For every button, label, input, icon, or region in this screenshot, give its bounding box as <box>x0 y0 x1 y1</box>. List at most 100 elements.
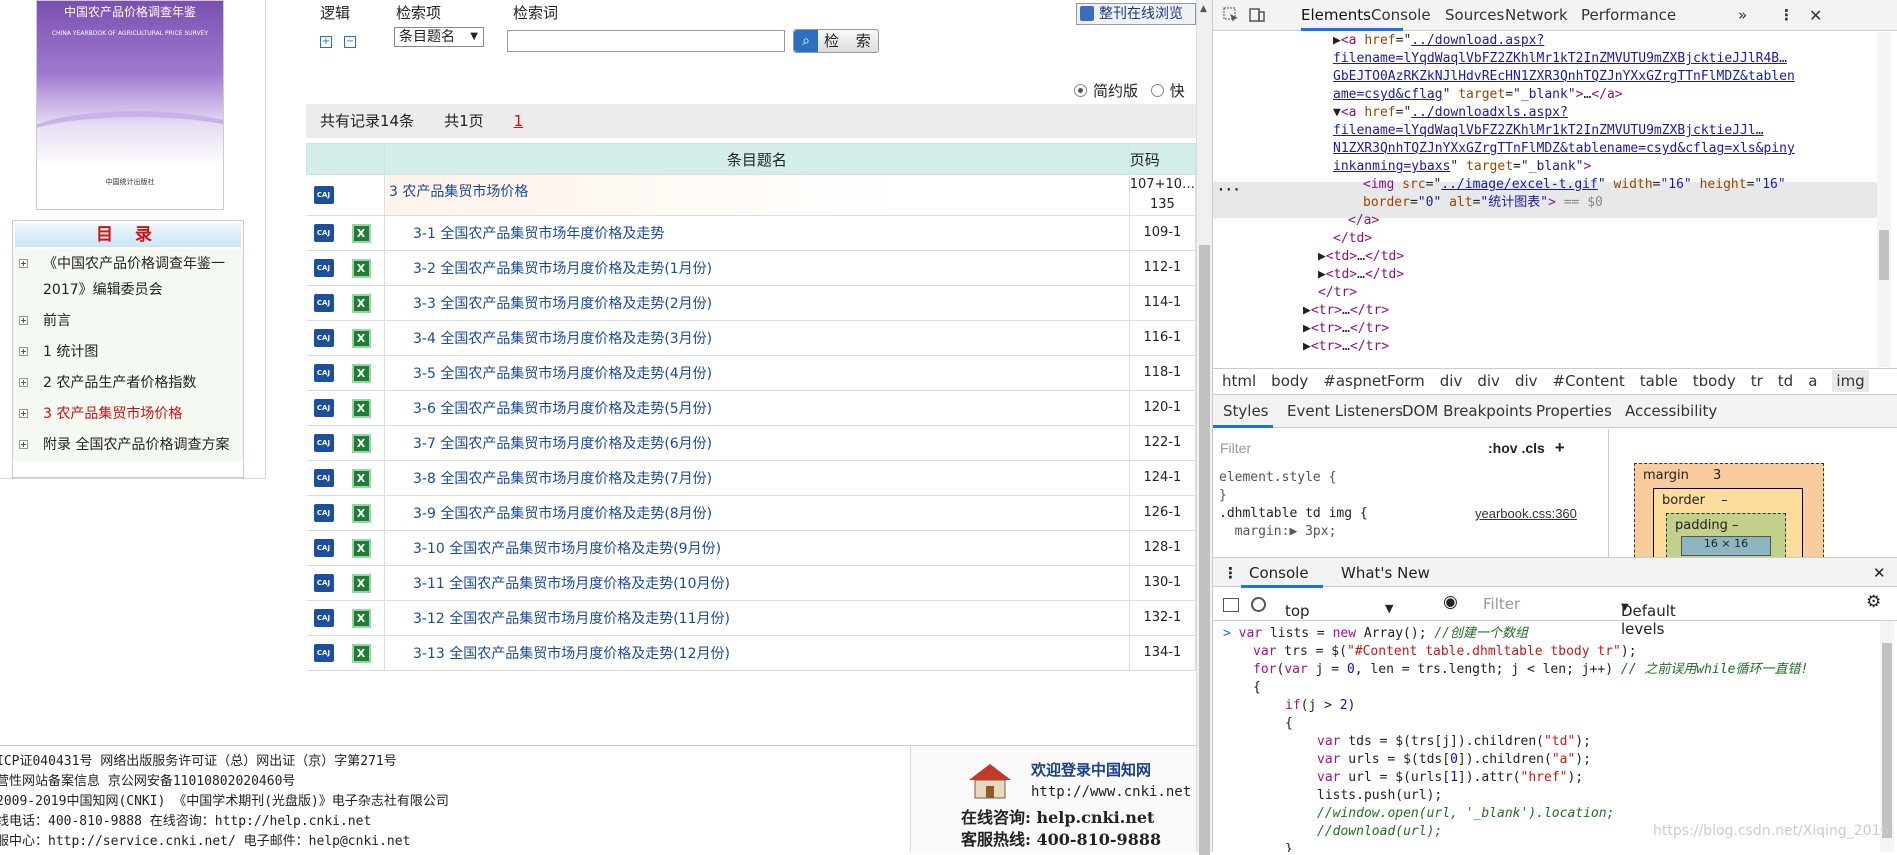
row-title-link[interactable]: 3-2 全国农产品集贸市场月度价格及走势(1月份) <box>413 261 712 277</box>
keyword-input[interactable] <box>507 30 785 52</box>
tab-console[interactable]: Console <box>1371 6 1431 24</box>
simple-view-radio[interactable] <box>1074 84 1087 97</box>
dom-node-line[interactable]: filename=lYqdWaqlVbFZ2ZKhlMr1kT2InZMVUTU… <box>1333 122 1763 140</box>
tab-network[interactable]: Network <box>1505 6 1568 24</box>
toc-item[interactable]: 附录 全国农产品价格调查方案 <box>13 430 243 461</box>
style-source-link[interactable]: yearbook.css:360 <box>1475 505 1577 523</box>
caj-download-icon[interactable]: CAJ <box>313 259 334 277</box>
dom-node-line[interactable]: </a> <box>1348 212 1379 230</box>
row-title-link[interactable]: 3 农产品集贸市场价格 <box>389 184 528 200</box>
caj-download-icon[interactable]: CAJ <box>313 644 334 662</box>
node-ellipsis-icon[interactable]: ··· <box>1217 182 1240 200</box>
excel-download-icon[interactable]: X <box>351 538 371 558</box>
add-row-icon[interactable]: + <box>320 36 332 48</box>
caj-download-icon[interactable]: CAJ <box>313 539 334 557</box>
toc-item[interactable]: 《中国农产品价格调查年鉴一2017》编辑委员会 <box>13 249 243 306</box>
dom-node-line[interactable]: </tr> <box>1318 284 1357 302</box>
book-cover[interactable]: 中国农产品价格调查年鉴 CHINA YEARBOOK OF AGRICULTUR… <box>36 0 224 210</box>
more-tabs-icon[interactable]: » <box>1738 6 1747 24</box>
page-link[interactable]: 1 <box>514 112 524 130</box>
breadcrumb-item[interactable]: body <box>1271 372 1308 390</box>
breadcrumb-item[interactable]: tr <box>1751 372 1763 390</box>
tab-sources[interactable]: Sources <box>1445 6 1504 24</box>
toc-item[interactable]: 1 统计图 <box>13 337 243 368</box>
breadcrumb-item[interactable]: #aspnetForm <box>1323 372 1425 390</box>
dom-node-line[interactable]: GbEJTO0AzRKZkNJlHdvREcHN1ZXR3QnhTQZJnYXx… <box>1333 68 1795 86</box>
breadcrumb-item[interactable]: html <box>1222 372 1256 390</box>
style-rule-line[interactable]: .dhmltable td img { <box>1219 505 1368 523</box>
caj-download-icon[interactable]: CAJ <box>313 224 334 242</box>
row-title-link[interactable]: 3-9 全国农产品集贸市场月度价格及走势(8月份) <box>413 506 712 522</box>
border-value[interactable]: – <box>1721 493 1728 508</box>
search-button[interactable]: ⌕ 检 索 <box>793 29 879 53</box>
clear-console-icon[interactable] <box>1251 597 1266 612</box>
page-scrollbar[interactable]: ▲ <box>1196 0 1212 855</box>
row-title-link[interactable]: 3-7 全国农产品集贸市场月度价格及走势(6月份) <box>413 436 712 452</box>
drawer-tab-whats-new[interactable]: What's New <box>1341 564 1430 582</box>
tab-elements[interactable]: Elements <box>1301 6 1371 24</box>
caj-download-icon[interactable]: CAJ <box>313 329 334 347</box>
excel-download-icon[interactable]: X <box>351 293 371 313</box>
gear-icon[interactable]: ⚙ <box>1866 592 1881 612</box>
row-title-link[interactable]: 3-10 全国农产品集贸市场月度价格及走势(9月份) <box>413 541 721 557</box>
caj-download-icon[interactable]: CAJ <box>313 364 334 382</box>
add-rule-icon[interactable]: + <box>1555 438 1565 457</box>
sidebar-toggle-icon[interactable] <box>1223 598 1239 612</box>
subtab-properties[interactable]: Properties <box>1536 402 1612 420</box>
breadcrumb-item[interactable]: #Content <box>1553 372 1625 390</box>
caj-download-icon[interactable]: CAJ <box>313 609 334 627</box>
excel-download-icon[interactable]: X <box>351 468 371 488</box>
scrollbar-thumb[interactable] <box>1882 643 1892 838</box>
caj-download-icon[interactable]: CAJ <box>313 186 334 204</box>
padding-value[interactable]: – <box>1732 518 1739 533</box>
breadcrumb-item[interactable]: a <box>1808 372 1817 390</box>
cnki-url[interactable]: http://www.cnki.net <box>1031 782 1191 802</box>
excel-download-icon[interactable]: X <box>351 643 371 663</box>
fast-view-radio[interactable] <box>1150 84 1164 97</box>
expand-icon[interactable] <box>19 259 28 268</box>
row-title-link[interactable]: 3-5 全国农产品集贸市场月度价格及走势(4月份) <box>413 366 712 382</box>
margin-value[interactable]: 3 <box>1713 468 1721 483</box>
box-content[interactable]: 16 × 16 <box>1681 536 1771 556</box>
drawer-tab-console[interactable]: Console <box>1249 564 1309 582</box>
expand-icon[interactable] <box>19 347 28 356</box>
dom-node-line[interactable]: ▶<td>…</td> <box>1318 248 1404 266</box>
eye-icon[interactable]: ◉ <box>1443 592 1458 612</box>
caj-download-icon[interactable]: CAJ <box>313 294 334 312</box>
subtab-dom-breakpoints[interactable]: DOM Breakpoints <box>1402 402 1532 420</box>
drawer-close-icon[interactable]: ✕ <box>1873 564 1886 582</box>
breadcrumb-item[interactable]: img <box>1832 370 1869 392</box>
excel-download-icon[interactable]: X <box>351 223 371 243</box>
row-title-link[interactable]: 3-12 全国农产品集贸市场月度价格及走势(11月份) <box>413 611 730 627</box>
excel-download-icon[interactable]: X <box>351 608 371 628</box>
breadcrumb-item[interactable]: td <box>1778 372 1793 390</box>
expand-icon[interactable] <box>19 316 28 325</box>
excel-download-icon[interactable]: X <box>351 398 371 418</box>
subtab-accessibility[interactable]: Accessibility <box>1625 402 1717 420</box>
dom-node-line[interactable]: ▶<tr>…</tr> <box>1303 338 1389 356</box>
dom-node-line[interactable]: ▶<td>…</td> <box>1318 266 1404 284</box>
breadcrumb-item[interactable]: div <box>1477 372 1500 390</box>
caj-download-icon[interactable]: CAJ <box>313 434 334 452</box>
dom-node-line[interactable]: N1ZXR3QnhTQZJnYXxGZrgTTnFlMDZ&tablename=… <box>1333 140 1795 158</box>
device-toolbar-icon[interactable] <box>1249 7 1265 23</box>
inspect-icon[interactable] <box>1223 7 1239 23</box>
breadcrumb-item[interactable]: div <box>1515 372 1538 390</box>
field-select[interactable]: 条目题名 ▼ <box>394 27 484 47</box>
excel-download-icon[interactable]: X <box>351 573 371 593</box>
dom-node-line[interactable]: </td> <box>1333 230 1372 248</box>
row-title-link[interactable]: 3-6 全国农产品集贸市场月度价格及走势(5月份) <box>413 401 712 417</box>
cls-toggle[interactable]: .cls <box>1521 440 1544 456</box>
toc-item[interactable]: 3 农产品集贸市场价格 <box>13 399 243 430</box>
dom-node-line[interactable]: inkanming=ybaxs" target="_blank"> <box>1333 158 1591 176</box>
row-title-link[interactable]: 3-13 全国农产品集贸市场月度价格及走势(12月份) <box>413 646 730 662</box>
dom-node-line[interactable]: ame=csyd&cflag" target="_blank">…</a> <box>1333 86 1623 104</box>
dom-node-line[interactable]: <img src="../image/excel-t.gif" width="1… <box>1363 176 1786 194</box>
row-title-link[interactable]: 3-11 全国农产品集贸市场月度价格及走势(10月份) <box>413 576 730 592</box>
subtab-event-listeners[interactable]: Event Listeners <box>1287 402 1403 420</box>
toc-item[interactable]: 前言 <box>13 306 243 337</box>
dom-node-line[interactable]: ▶<tr>…</tr> <box>1303 302 1389 320</box>
remove-row-icon[interactable]: − <box>344 36 356 48</box>
dom-node-line[interactable]: ▶<tr>…</tr> <box>1303 320 1389 338</box>
scroll-up-icon[interactable]: ▲ <box>1200 4 1207 14</box>
